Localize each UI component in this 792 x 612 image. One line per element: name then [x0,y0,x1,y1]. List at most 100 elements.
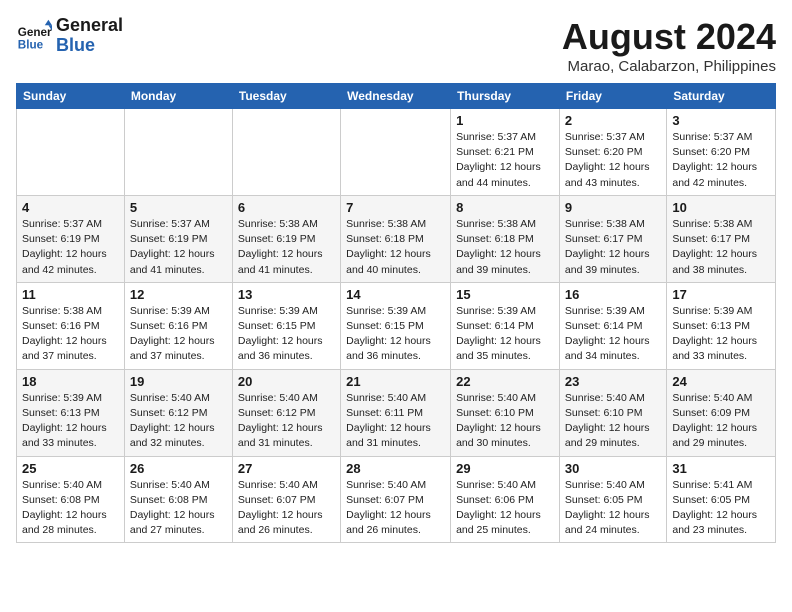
calendar-cell: 8 Sunrise: 5:38 AM Sunset: 6:18 PM Daylig… [451,195,560,282]
day-number: 8 [456,200,554,215]
calendar-week-row: 4 Sunrise: 5:37 AM Sunset: 6:19 PM Daylig… [17,195,776,282]
cell-content: 17 Sunrise: 5:39 AM Sunset: 6:13 PM Dayli… [672,287,770,365]
calendar-cell: 11 Sunrise: 5:38 AM Sunset: 6:16 PM Dayli… [17,282,125,369]
cell-details: Sunrise: 5:38 AM Sunset: 6:18 PM Dayligh… [456,217,554,278]
cell-content: 9 Sunrise: 5:38 AM Sunset: 6:17 PM Daylig… [565,200,661,278]
cell-content: 2 Sunrise: 5:37 AM Sunset: 6:20 PM Daylig… [565,113,661,191]
cell-content: 3 Sunrise: 5:37 AM Sunset: 6:20 PM Daylig… [672,113,770,191]
cell-content: 30Sunrise: 5:40 AM Sunset: 6:05 PM Dayli… [565,461,661,539]
logo-icon: General Blue [16,18,52,54]
calendar-cell: 6 Sunrise: 5:38 AM Sunset: 6:19 PM Daylig… [232,195,340,282]
page-header: General Blue General Blue August 2024 Ma… [16,16,776,75]
calendar-cell: 13Sunrise: 5:39 AM Sunset: 6:15 PM Dayli… [232,282,340,369]
cell-details: Sunrise: 5:37 AM Sunset: 6:21 PM Dayligh… [456,130,554,191]
day-number: 28 [346,461,445,476]
calendar-cell: 23 Sunrise: 5:40 AM Sunset: 6:10 PM Dayli… [559,369,666,456]
day-number: 13 [238,287,335,302]
cell-content: 23 Sunrise: 5:40 AM Sunset: 6:10 PM Dayli… [565,374,661,452]
cell-details: Sunrise: 5:39 AM Sunset: 6:14 PM Dayligh… [456,304,554,365]
calendar-cell: 1Sunrise: 5:37 AM Sunset: 6:21 PM Daylig… [451,109,560,196]
cell-details: Sunrise: 5:37 AM Sunset: 6:20 PM Dayligh… [672,130,770,191]
calendar-cell: 28 Sunrise: 5:40 AM Sunset: 6:07 PM Dayli… [341,456,451,543]
day-number: 24 [672,374,770,389]
calendar-table: SundayMondayTuesdayWednesdayThursdayFrid… [16,83,776,543]
weekday-header-wednesday: Wednesday [341,84,451,109]
cell-content: 14 Sunrise: 5:39 AM Sunset: 6:15 PM Dayli… [346,287,445,365]
cell-details: Sunrise: 5:38 AM Sunset: 6:18 PM Dayligh… [346,217,445,278]
day-number: 17 [672,287,770,302]
day-number: 31 [672,461,770,476]
calendar-cell: 9 Sunrise: 5:38 AM Sunset: 6:17 PM Daylig… [559,195,666,282]
cell-content: 22Sunrise: 5:40 AM Sunset: 6:10 PM Dayli… [456,374,554,452]
weekday-header-friday: Friday [559,84,666,109]
cell-details: Sunrise: 5:40 AM Sunset: 6:07 PM Dayligh… [238,478,335,539]
day-number: 11 [22,287,119,302]
cell-details: Sunrise: 5:39 AM Sunset: 6:16 PM Dayligh… [130,304,227,365]
cell-content: 11 Sunrise: 5:38 AM Sunset: 6:16 PM Dayli… [22,287,119,365]
day-number: 5 [130,200,227,215]
cell-content: 16Sunrise: 5:39 AM Sunset: 6:14 PM Dayli… [565,287,661,365]
cell-details: Sunrise: 5:39 AM Sunset: 6:15 PM Dayligh… [346,304,445,365]
day-number: 27 [238,461,335,476]
day-number: 23 [565,374,661,389]
cell-content: 15 Sunrise: 5:39 AM Sunset: 6:14 PM Dayli… [456,287,554,365]
day-number: 21 [346,374,445,389]
weekday-header-monday: Monday [124,84,232,109]
calendar-cell [341,109,451,196]
calendar-cell: 20Sunrise: 5:40 AM Sunset: 6:12 PM Dayli… [232,369,340,456]
cell-content: 5 Sunrise: 5:37 AM Sunset: 6:19 PM Daylig… [130,200,227,278]
cell-details: Sunrise: 5:37 AM Sunset: 6:19 PM Dayligh… [22,217,119,278]
cell-content: 18 Sunrise: 5:39 AM Sunset: 6:13 PM Dayli… [22,374,119,452]
cell-details: Sunrise: 5:38 AM Sunset: 6:16 PM Dayligh… [22,304,119,365]
day-number: 25 [22,461,119,476]
cell-details: Sunrise: 5:38 AM Sunset: 6:17 PM Dayligh… [565,217,661,278]
day-number: 2 [565,113,661,128]
calendar-cell: 25Sunrise: 5:40 AM Sunset: 6:08 PM Dayli… [17,456,125,543]
cell-content: 10Sunrise: 5:38 AM Sunset: 6:17 PM Dayli… [672,200,770,278]
cell-details: Sunrise: 5:39 AM Sunset: 6:13 PM Dayligh… [22,391,119,452]
day-number: 15 [456,287,554,302]
weekday-header-saturday: Saturday [667,84,776,109]
weekday-header-tuesday: Tuesday [232,84,340,109]
day-number: 19 [130,374,227,389]
cell-content: 19Sunrise: 5:40 AM Sunset: 6:12 PM Dayli… [130,374,227,452]
cell-content: 12 Sunrise: 5:39 AM Sunset: 6:16 PM Dayli… [130,287,227,365]
cell-content: 26Sunrise: 5:40 AM Sunset: 6:08 PM Dayli… [130,461,227,539]
calendar-cell: 7Sunrise: 5:38 AM Sunset: 6:18 PM Daylig… [341,195,451,282]
cell-details: Sunrise: 5:38 AM Sunset: 6:19 PM Dayligh… [238,217,335,278]
calendar-cell: 14 Sunrise: 5:39 AM Sunset: 6:15 PM Dayli… [341,282,451,369]
day-number: 10 [672,200,770,215]
calendar-week-row: 11 Sunrise: 5:38 AM Sunset: 6:16 PM Dayli… [17,282,776,369]
day-number: 18 [22,374,119,389]
cell-content: 27 Sunrise: 5:40 AM Sunset: 6:07 PM Dayli… [238,461,335,539]
calendar-cell [17,109,125,196]
cell-details: Sunrise: 5:37 AM Sunset: 6:19 PM Dayligh… [130,217,227,278]
day-number: 4 [22,200,119,215]
cell-details: Sunrise: 5:40 AM Sunset: 6:07 PM Dayligh… [346,478,445,539]
day-number: 3 [672,113,770,128]
cell-content: 7Sunrise: 5:38 AM Sunset: 6:18 PM Daylig… [346,200,445,278]
day-number: 12 [130,287,227,302]
logo: General Blue General Blue [16,16,123,56]
cell-content: 24Sunrise: 5:40 AM Sunset: 6:09 PM Dayli… [672,374,770,452]
cell-content: 21Sunrise: 5:40 AM Sunset: 6:11 PM Dayli… [346,374,445,452]
day-number: 9 [565,200,661,215]
cell-content: 25Sunrise: 5:40 AM Sunset: 6:08 PM Dayli… [22,461,119,539]
calendar-cell: 31Sunrise: 5:41 AM Sunset: 6:05 PM Dayli… [667,456,776,543]
cell-details: Sunrise: 5:37 AM Sunset: 6:20 PM Dayligh… [565,130,661,191]
day-number: 6 [238,200,335,215]
cell-details: Sunrise: 5:40 AM Sunset: 6:10 PM Dayligh… [456,391,554,452]
weekday-header-thursday: Thursday [451,84,560,109]
cell-details: Sunrise: 5:40 AM Sunset: 6:10 PM Dayligh… [565,391,661,452]
day-number: 14 [346,287,445,302]
calendar-cell: 12 Sunrise: 5:39 AM Sunset: 6:16 PM Dayli… [124,282,232,369]
cell-details: Sunrise: 5:39 AM Sunset: 6:13 PM Dayligh… [672,304,770,365]
cell-content: 8 Sunrise: 5:38 AM Sunset: 6:18 PM Daylig… [456,200,554,278]
calendar-cell: 15 Sunrise: 5:39 AM Sunset: 6:14 PM Dayli… [451,282,560,369]
cell-content: 6 Sunrise: 5:38 AM Sunset: 6:19 PM Daylig… [238,200,335,278]
cell-content: 4 Sunrise: 5:37 AM Sunset: 6:19 PM Daylig… [22,200,119,278]
calendar-cell: 29Sunrise: 5:40 AM Sunset: 6:06 PM Dayli… [451,456,560,543]
svg-text:General: General [18,26,52,39]
calendar-cell: 21Sunrise: 5:40 AM Sunset: 6:11 PM Dayli… [341,369,451,456]
day-number: 29 [456,461,554,476]
